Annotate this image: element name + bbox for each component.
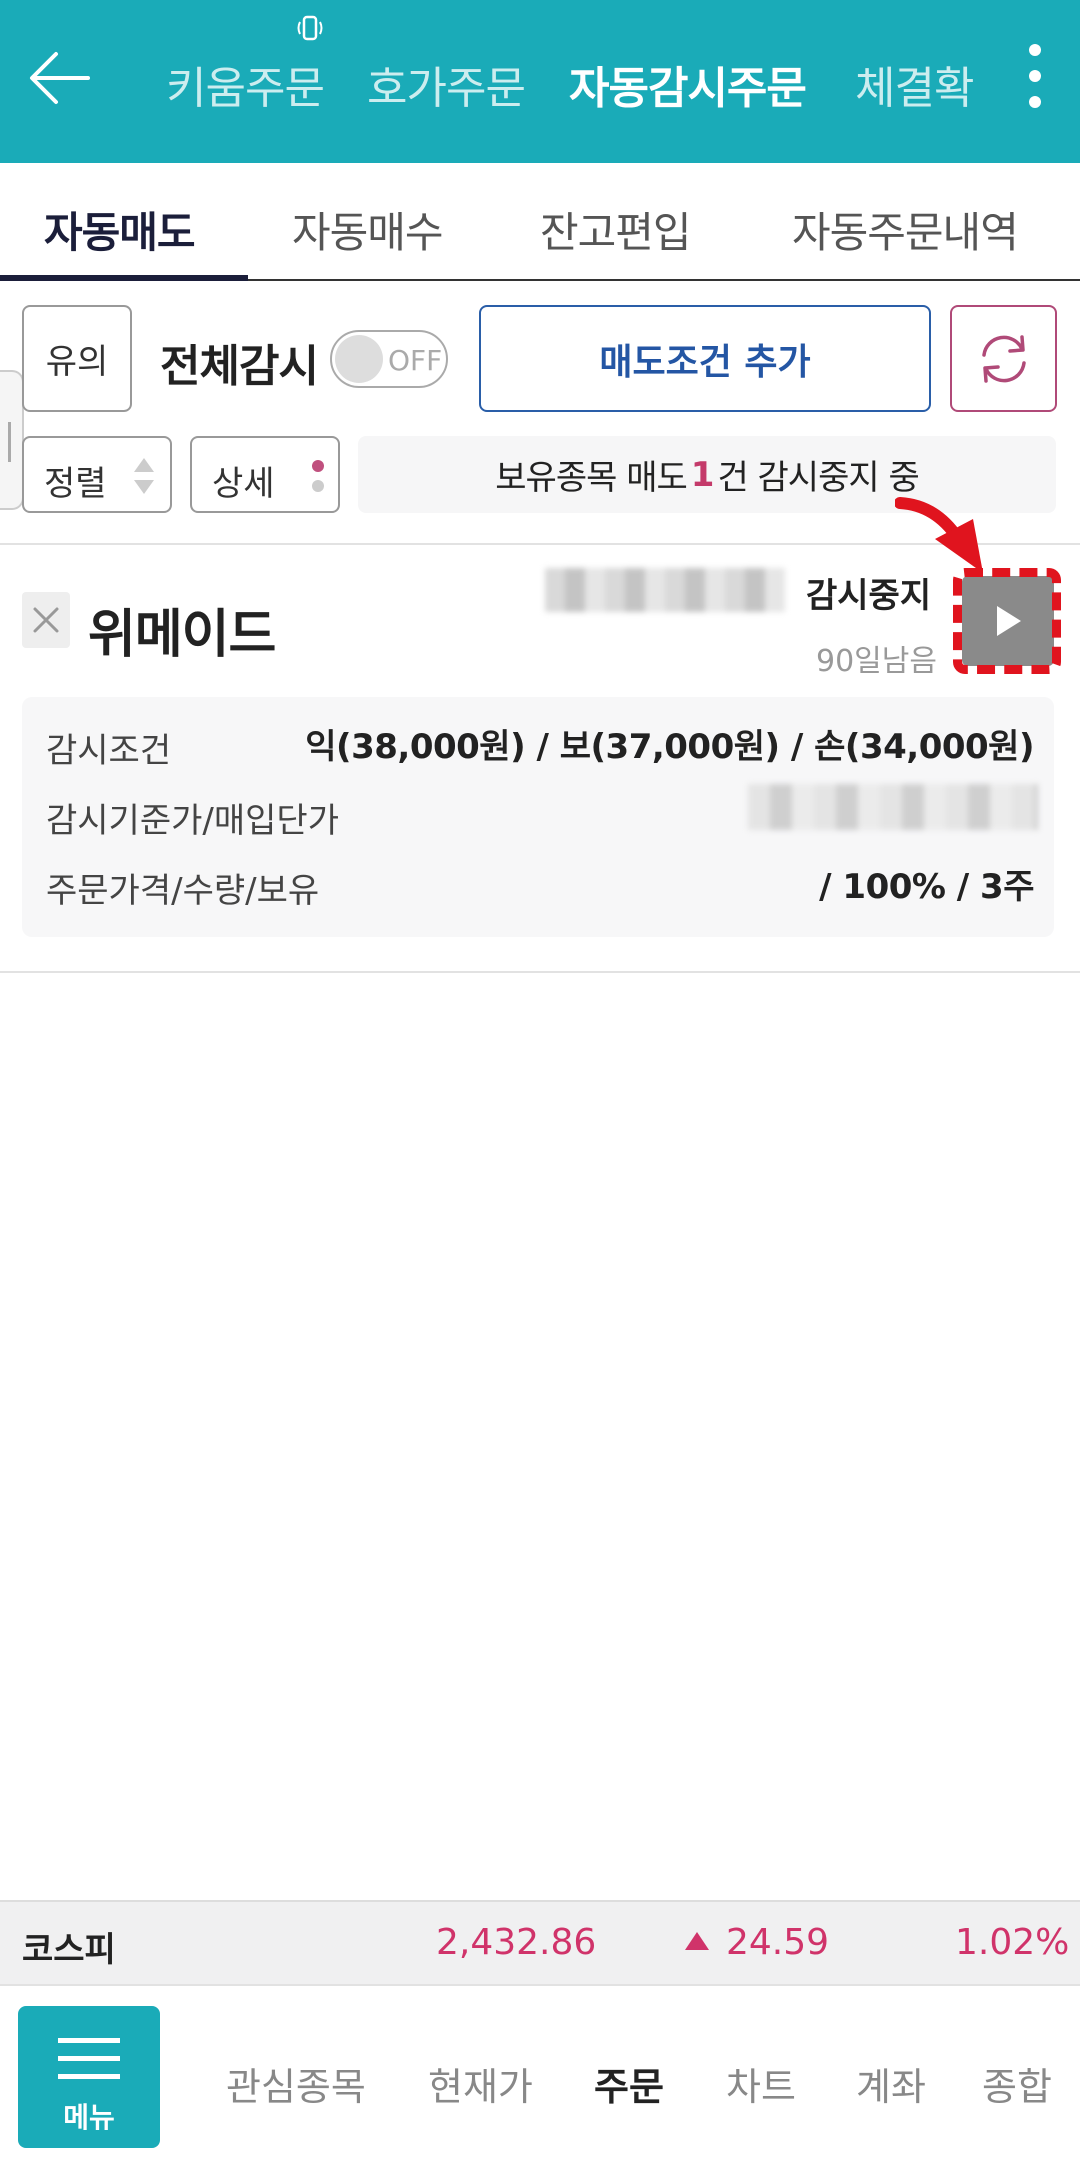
index-change: 24.59 bbox=[726, 1922, 830, 1963]
nav-overview[interactable]: 종합 bbox=[982, 2056, 1052, 2111]
add-sell-condition-button[interactable]: 매도조건 추가 bbox=[479, 305, 931, 412]
tab-overflow-clip: 체결확 bbox=[855, 40, 975, 120]
nav-chart[interactable]: 차트 bbox=[726, 2056, 796, 2111]
sub-tab-bar: 자동매도 자동매수 잔고편입 자동주문내역 bbox=[0, 163, 1080, 281]
back-arrow-icon[interactable] bbox=[28, 48, 92, 108]
side-drawer-handle[interactable] bbox=[0, 370, 24, 510]
sort-button[interactable]: 정렬 bbox=[22, 436, 172, 513]
status-suffix: 건 감시중지 중 bbox=[717, 458, 919, 498]
all-monitor-toggle[interactable]: OFF bbox=[330, 330, 448, 388]
detail-row-label: 감시기준가/매입단가 bbox=[46, 801, 339, 841]
redacted-info bbox=[545, 568, 785, 612]
market-index-bar[interactable]: 코스피 2,432.86 24.59 1.02% bbox=[0, 1900, 1080, 1984]
phone-icon bbox=[297, 15, 323, 41]
monitor-condition-value: 익(38,000원) / 보(37,000원) / 손(34,000원) bbox=[305, 727, 1034, 767]
sort-label: 정렬 bbox=[44, 464, 107, 504]
detail-dots-icon bbox=[312, 460, 324, 492]
detail-row-label: 주문가격/수량/보유 bbox=[46, 871, 320, 911]
subtab-auto-buy[interactable]: 자동매수 bbox=[292, 199, 444, 260]
status-prefix: 보유종목 매도 bbox=[495, 458, 687, 498]
sort-arrows-icon bbox=[134, 458, 154, 494]
index-name: 코스피 bbox=[22, 1930, 116, 1970]
detail-button[interactable]: 상세 bbox=[190, 436, 340, 513]
top-app-bar: 키움주문 호가주문 자동감시주문 체결확 bbox=[0, 0, 1080, 163]
order-price-qty-value: / 100% / 3주 bbox=[819, 867, 1034, 907]
remove-item-button[interactable] bbox=[22, 592, 70, 648]
detail-row-label: 감시조건 bbox=[46, 731, 172, 771]
bottom-navigation: 메뉴 관심종목 현재가 주문 차트 계좌 종합 bbox=[0, 1984, 1080, 2158]
subtab-auto-order-history[interactable]: 자동주문내역 bbox=[792, 199, 1019, 260]
nav-current-price[interactable]: 현재가 bbox=[428, 2056, 533, 2111]
detail-label: 상세 bbox=[212, 464, 275, 504]
highlight-annotation bbox=[953, 568, 1061, 674]
pointer-arrow-icon bbox=[895, 497, 983, 573]
stock-name[interactable]: 위메이드 bbox=[88, 592, 276, 667]
menu-button[interactable]: 메뉴 bbox=[18, 2006, 160, 2148]
index-change-pct: 1.02% bbox=[955, 1922, 1070, 1963]
tab-auto-monitor-order[interactable]: 자동감시주문 bbox=[569, 52, 807, 116]
caution-button[interactable]: 유의 bbox=[22, 305, 132, 412]
tab-hoga-order[interactable]: 호가주문 bbox=[367, 52, 526, 116]
hamburger-icon bbox=[58, 2056, 120, 2061]
hamburger-icon bbox=[58, 2038, 120, 2043]
nav-watchlist[interactable]: 관심종목 bbox=[226, 2056, 366, 2111]
active-tab-indicator bbox=[0, 275, 248, 281]
divider bbox=[0, 971, 1080, 973]
nav-overflow-clip: 종합 bbox=[982, 2046, 1052, 2116]
days-left-text: 90일남음 bbox=[816, 644, 937, 679]
status-count: 1 bbox=[690, 454, 715, 495]
index-value: 2,432.86 bbox=[436, 1922, 597, 1963]
subtab-auto-sell[interactable]: 자동매도 bbox=[44, 199, 196, 260]
redacted-info bbox=[748, 784, 1038, 830]
toggle-state-text: OFF bbox=[388, 344, 443, 377]
refresh-button[interactable] bbox=[950, 305, 1057, 412]
subtab-balance-include[interactable]: 잔고편입 bbox=[540, 199, 692, 260]
nav-account[interactable]: 계좌 bbox=[856, 2056, 926, 2111]
hamburger-icon bbox=[58, 2074, 120, 2079]
nav-order[interactable]: 주문 bbox=[594, 2056, 664, 2111]
tab-kiwoom-order[interactable]: 키움주문 bbox=[166, 52, 325, 116]
up-triangle-icon bbox=[685, 1932, 709, 1950]
refresh-icon bbox=[981, 334, 1026, 383]
toggle-knob bbox=[335, 335, 383, 383]
menu-label: 메뉴 bbox=[63, 2101, 115, 2134]
all-monitor-label: 전체감시 bbox=[160, 341, 319, 392]
tab-execution[interactable]: 체결확 bbox=[855, 52, 974, 116]
close-icon bbox=[33, 607, 59, 633]
more-options-icon[interactable] bbox=[1022, 44, 1048, 114]
